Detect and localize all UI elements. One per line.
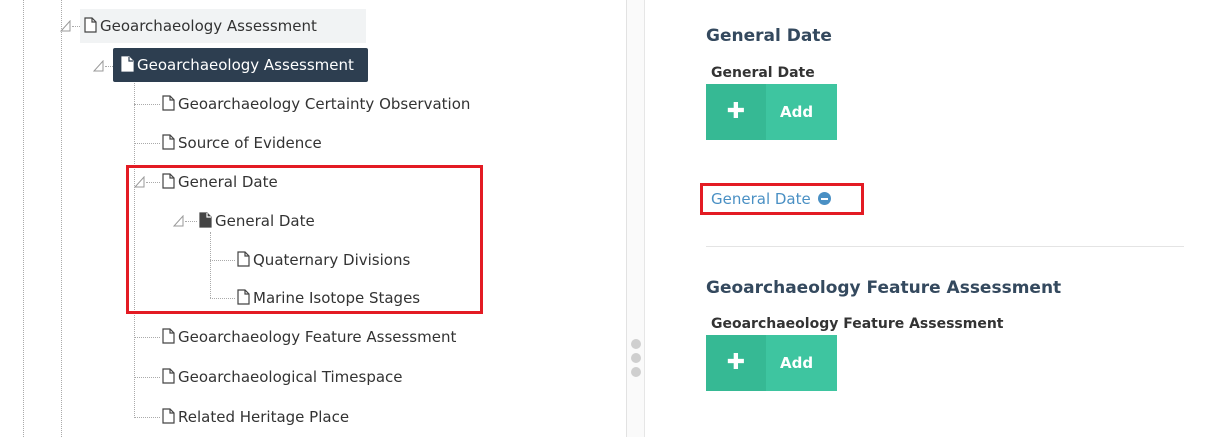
file-filled-icon — [121, 56, 134, 72]
tree-connector — [134, 377, 160, 378]
tree-node-certainty-observation[interactable]: Geoarchaeology Certainty Observation — [158, 87, 476, 121]
tree-connector — [61, 0, 62, 437]
resize-handle-dot[interactable] — [631, 353, 641, 363]
tree-node-geoarchaeology-assessment-root[interactable]: Geoarchaeology Assessment — [80, 9, 366, 43]
tree-node-label: Related Heritage Place — [178, 408, 350, 426]
highlight-annotation-box — [126, 165, 483, 314]
file-outline-icon — [162, 328, 175, 344]
tree-connector — [134, 337, 160, 338]
tree-node-source-of-evidence[interactable]: Source of Evidence — [158, 126, 328, 160]
field-label-general-date: General Date — [711, 65, 815, 81]
plus-icon: ✚ — [706, 335, 766, 391]
tree-node-label: Geoarchaeology Assessment — [137, 56, 354, 74]
expanded-triangle-icon[interactable] — [60, 20, 72, 32]
section-divider — [706, 246, 1184, 247]
tree-node-label: Geoarchaeology Assessment — [100, 17, 317, 35]
file-outline-icon — [84, 17, 97, 33]
expanded-triangle-icon[interactable] — [93, 60, 105, 72]
tree-node-related-heritage-place[interactable]: Related Heritage Place — [158, 400, 355, 434]
tree-node-feature-assessment[interactable]: Geoarchaeology Feature Assessment — [158, 320, 462, 354]
tree-connector — [23, 0, 24, 437]
tree-connector — [134, 143, 160, 144]
card-form-panel: General Date General Date ✚ Add General … — [645, 0, 1217, 437]
add-button-label: Add — [780, 103, 814, 121]
highlight-annotation-box — [700, 183, 864, 215]
tree-node-geoarchaeology-assessment-selected[interactable]: Geoarchaeology Assessment — [113, 48, 368, 82]
file-outline-icon — [162, 408, 175, 424]
tree-node-timespace[interactable]: Geoarchaeological Timespace — [158, 360, 409, 394]
plus-icon: ✚ — [706, 84, 766, 140]
section-title-feature-assessment: Geoarchaeology Feature Assessment — [706, 278, 1062, 298]
tree-node-label: Source of Evidence — [178, 134, 322, 152]
file-outline-icon — [162, 368, 175, 384]
tree-node-label: Geoarchaeology Certainty Observation — [178, 95, 471, 113]
section-title-general-date: General Date — [706, 26, 832, 46]
field-label-feature-assessment: Geoarchaeology Feature Assessment — [711, 316, 1004, 332]
file-outline-icon — [162, 134, 175, 150]
tree-connector — [134, 104, 160, 105]
resize-handle-dot[interactable] — [631, 367, 641, 377]
add-feature-assessment-button[interactable]: ✚ Add — [706, 335, 837, 391]
add-general-date-button[interactable]: ✚ Add — [706, 84, 837, 140]
tree-connector — [134, 417, 160, 418]
tree-node-label: Geoarchaeology Feature Assessment — [178, 328, 457, 346]
resource-tree-panel: Geoarchaeology Assessment Geoarchaeology… — [0, 0, 628, 437]
add-button-label: Add — [780, 354, 814, 372]
tree-node-label: Geoarchaeological Timespace — [178, 368, 403, 386]
file-outline-icon — [162, 95, 175, 111]
resize-handle-dot[interactable] — [631, 339, 641, 349]
